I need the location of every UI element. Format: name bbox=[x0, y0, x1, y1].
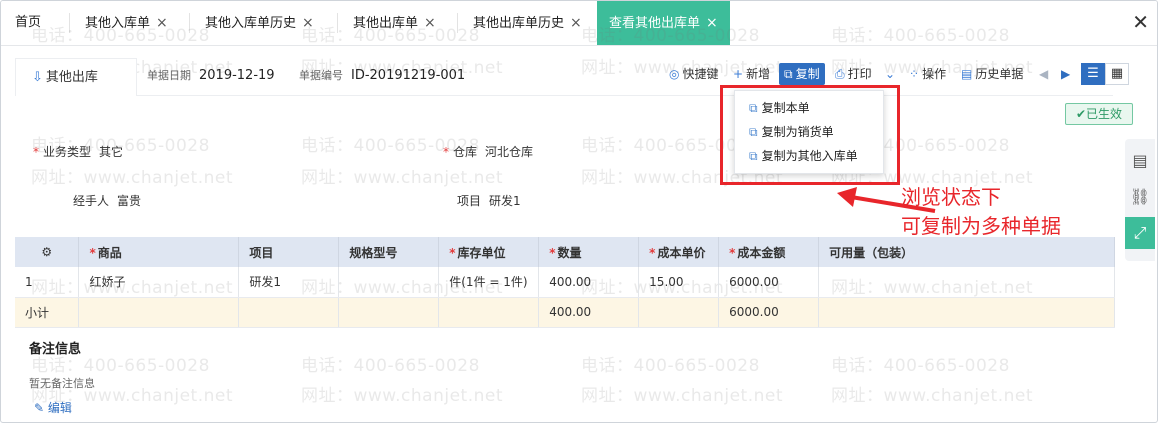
tab-other-inbound-history[interactable]: 其他入库单历史 × bbox=[205, 1, 314, 45]
printer-icon: ⎙ bbox=[835, 67, 845, 81]
tab-close-icon[interactable]: × bbox=[156, 15, 168, 31]
annotation-text: 浏览状态下 可复制为多种单据 bbox=[901, 185, 1061, 238]
cell-unit-cost[interactable]: 15.00 bbox=[638, 267, 720, 298]
subtotal-amount: 6000.00 bbox=[718, 297, 820, 328]
edit-remarks-link[interactable]: ✎ 编辑 bbox=[34, 399, 72, 416]
next-icon[interactable]: ▶ bbox=[1061, 63, 1070, 85]
warehouse-field: * 仓库 河北仓库 bbox=[443, 145, 534, 159]
tab-view-other-outbound[interactable]: 查看其他出库单 × bbox=[597, 1, 730, 45]
tab-close-icon[interactable]: × bbox=[302, 15, 314, 31]
new-button[interactable]: + 新增 bbox=[733, 63, 770, 85]
cell-qty[interactable]: 400.00 bbox=[538, 267, 640, 298]
cell-project[interactable]: 研发1 bbox=[238, 267, 340, 298]
prev-icon[interactable]: ◀ bbox=[1039, 63, 1048, 85]
tab-close-icon[interactable]: × bbox=[570, 15, 582, 31]
tab-bar: 首页 其他入库单 × 其他入库单历史 × 其他出库单 × 其他出库单历史 × 查看其他出… bbox=[1, 1, 1157, 46]
biz-type-field: * 业务类型 其它 bbox=[33, 145, 124, 159]
cell-amount[interactable]: 6000.00 bbox=[718, 267, 820, 298]
subtotal-qty: 400.00 bbox=[538, 297, 640, 328]
card-view-icon[interactable]: ▦ bbox=[1105, 63, 1129, 85]
plus-icon: + bbox=[733, 67, 744, 81]
header-divider bbox=[137, 95, 1113, 96]
tab-close-icon[interactable]: × bbox=[706, 15, 718, 31]
tab-divider bbox=[337, 13, 338, 33]
tab-home[interactable]: 首页 bbox=[15, 1, 41, 45]
tab-other-outbound-history[interactable]: 其他出库单历史 × bbox=[473, 1, 582, 45]
expand-icon[interactable]: ⤢ bbox=[1125, 217, 1155, 249]
remarks-title: 备注信息 bbox=[29, 342, 82, 357]
doc-date: 单据日期 2019-12-19 bbox=[147, 68, 275, 83]
tab-divider bbox=[189, 13, 190, 33]
column-header: * 成本金额 bbox=[718, 237, 820, 267]
subtotal-row: 小计 400.00 6000.00 bbox=[15, 297, 1115, 328]
table-row[interactable]: 1 红娇子 研发1 件(1件 = 1件) 400.00 15.00 6000.0… bbox=[15, 267, 1115, 298]
column-header: * 数量 bbox=[538, 237, 640, 267]
highlight-box bbox=[720, 85, 900, 185]
edit-icon: ✎ bbox=[34, 401, 48, 415]
column-header: * 库存单位 bbox=[438, 237, 540, 267]
line-items-table: ⚙ * 商品 项目 规格型号 * 库存单位 * 数量 * 成本单价 * 成本金额 可用量（… bbox=[15, 237, 1115, 328]
column-header: 项目 bbox=[238, 237, 340, 267]
cell-spec[interactable] bbox=[338, 267, 440, 298]
tab-other-inbound[interactable]: 其他入库单 × bbox=[85, 1, 168, 45]
history-button[interactable]: ▤ 历史单据 bbox=[961, 63, 1023, 85]
cell-product[interactable]: 红娇子 bbox=[78, 267, 240, 298]
doc-number: 单据编号 ID-20191219-001 bbox=[299, 68, 466, 83]
column-header: * 商品 bbox=[78, 237, 240, 267]
print-dropdown-icon[interactable]: ⌄ bbox=[885, 63, 895, 85]
grid-icon: ⁘ bbox=[909, 67, 920, 81]
remarks-empty-text: 暂无备注信息 bbox=[29, 377, 95, 390]
tab-close-icon[interactable]: × bbox=[424, 15, 436, 31]
handler-field: 经手人 富贵 bbox=[73, 194, 142, 208]
cell-unit[interactable]: 件(1件 = 1件) bbox=[438, 267, 540, 298]
table-header: ⚙ * 商品 项目 规格型号 * 库存单位 * 数量 * 成本单价 * 成本金额 可用量（… bbox=[15, 237, 1115, 267]
tab-other-outbound[interactable]: 其他出库单 × bbox=[353, 1, 436, 45]
side-rail: ▤ ⛓ ⤢ bbox=[1125, 139, 1155, 261]
column-settings-icon[interactable]: ⚙ bbox=[15, 237, 80, 267]
copy-icon: ⧉ bbox=[784, 67, 793, 81]
history-doc-icon: ▤ bbox=[961, 67, 973, 81]
window-close-icon[interactable]: ✕ bbox=[1132, 10, 1149, 34]
print-button[interactable]: ⎙ 打印 bbox=[835, 63, 872, 85]
copy-button[interactable]: ⧉ 复制 bbox=[779, 63, 825, 85]
window: 首页 其他入库单 × 其他入库单历史 × 其他出库单 × 其他出库单历史 × 查看其他出… bbox=[0, 0, 1158, 423]
shortcut-button[interactable]: ◎ 快捷键 bbox=[669, 63, 719, 85]
cell-available bbox=[818, 267, 1115, 298]
list-view-icon[interactable]: ☰ bbox=[1081, 63, 1105, 85]
outbound-icon: ⇩ bbox=[32, 70, 43, 85]
column-header: * 成本单价 bbox=[638, 237, 720, 267]
column-header: 可用量（包装） bbox=[818, 237, 1115, 267]
tab-divider bbox=[457, 13, 458, 33]
tab-divider bbox=[69, 13, 70, 33]
check-circle-icon: ✔ bbox=[1075, 107, 1087, 121]
status-badge: ✔已生效 bbox=[1065, 103, 1133, 125]
notes-icon[interactable]: ▤ bbox=[1125, 145, 1155, 177]
link-icon[interactable]: ⛓ bbox=[1125, 181, 1155, 213]
row-number: 1 bbox=[15, 267, 80, 298]
keyboard-icon: ◎ bbox=[669, 67, 680, 81]
subtotal-label: 小计 bbox=[15, 297, 80, 328]
doc-type-tab[interactable]: ⇩ 其他出库 bbox=[15, 58, 137, 96]
column-header: 规格型号 bbox=[338, 237, 440, 267]
project-field: 项目 研发1 bbox=[457, 194, 521, 208]
operate-button[interactable]: ⁘ 操作 bbox=[909, 63, 946, 85]
